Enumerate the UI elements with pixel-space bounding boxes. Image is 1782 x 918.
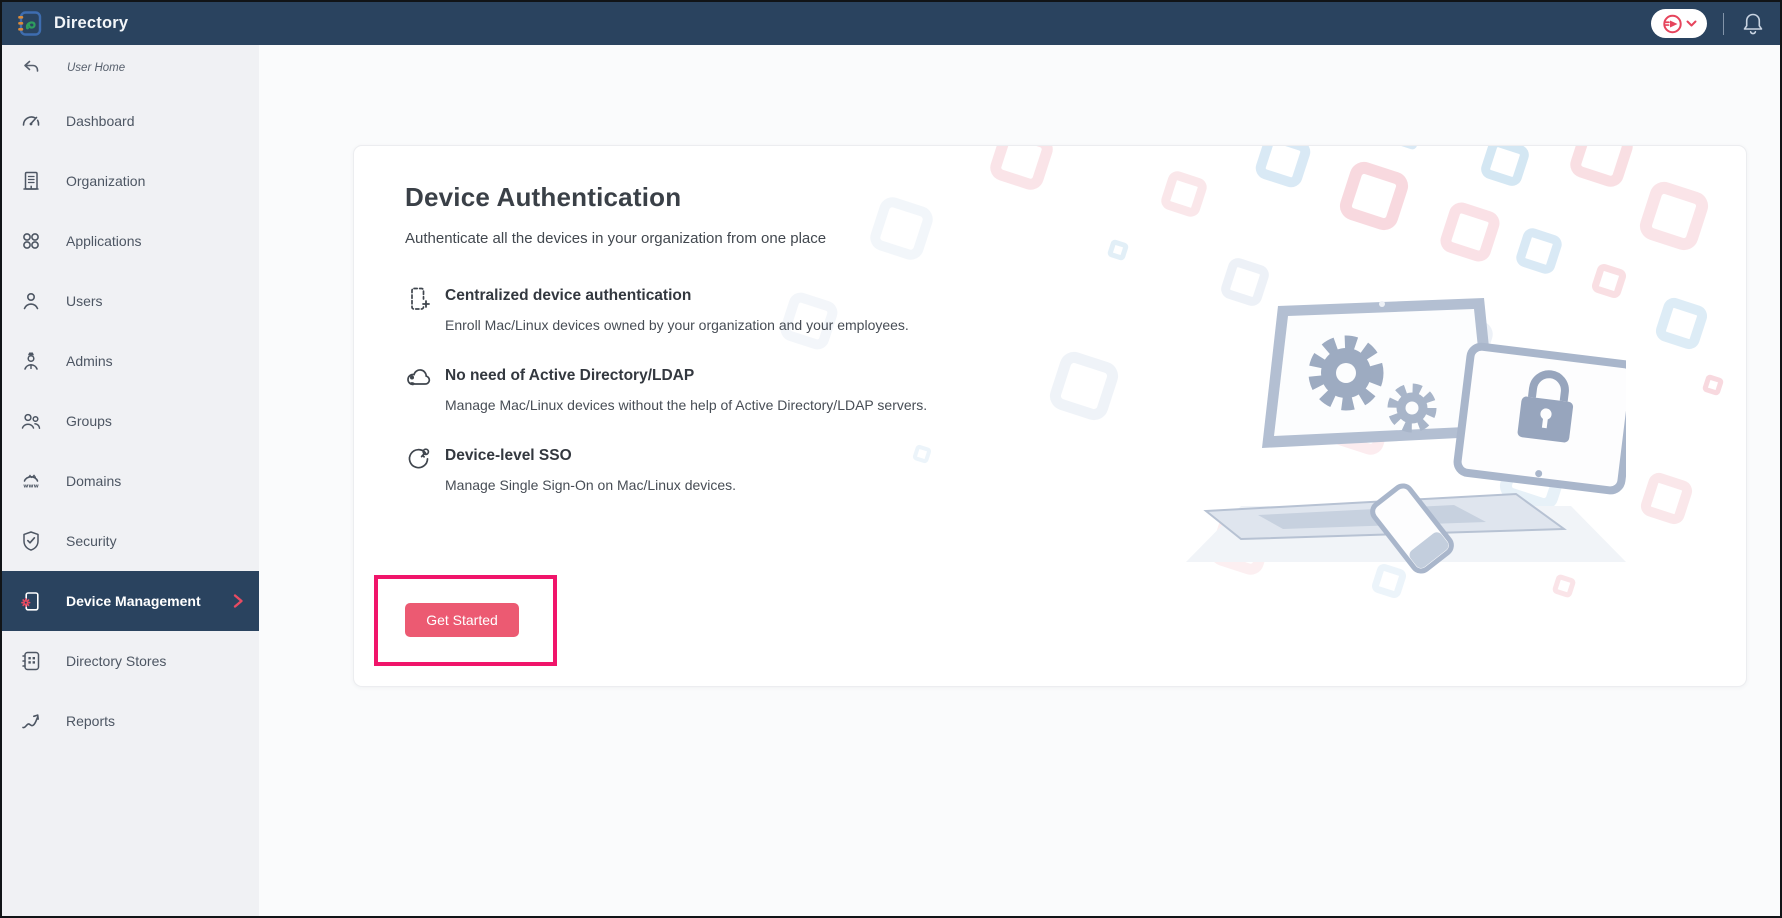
feature-title: Device-level SSO <box>445 447 572 464</box>
sso-key-icon <box>408 448 430 469</box>
app-window: Directory User Home Dashboard Organizati… <box>0 0 1782 918</box>
sidebar-item-directory-stores[interactable]: Directory Stores <box>2 631 259 691</box>
admins-icon <box>24 352 38 370</box>
applications-icon <box>23 233 39 249</box>
directory-logo-icon <box>18 11 42 36</box>
reports-icon <box>22 714 39 729</box>
sidebar-item-label: Directory Stores <box>66 653 167 669</box>
sidebar-item-user-home[interactable]: User Home <box>2 45 259 91</box>
sidebar: User Home Dashboard Organization Applica… <box>2 45 259 916</box>
feature-description: Manage Single Sign-On on Mac/Linux devic… <box>445 477 737 493</box>
back-arrow-icon <box>24 60 39 72</box>
chevron-right-icon <box>233 594 243 608</box>
get-started-button[interactable]: Get Started <box>405 603 519 637</box>
sidebar-item-dashboard[interactable]: Dashboard <box>2 91 259 151</box>
bell-icon <box>1743 13 1763 34</box>
sidebar-item-security[interactable]: Security <box>2 511 259 571</box>
sidebar-item-label: Admins <box>66 353 113 369</box>
feature-text: Centralized device authentication Enroll… <box>445 287 909 333</box>
sidebar-item-label: Groups <box>66 413 112 429</box>
organization-icon <box>23 171 39 190</box>
main-content: Device Authentication Authenticate all t… <box>259 45 1780 916</box>
feature-title: No need of Active Directory/LDAP <box>445 367 695 384</box>
sidebar-item-label: Organization <box>66 173 146 189</box>
sidebar-item-label: Domains <box>66 473 122 489</box>
account-avatar-icon <box>1663 14 1682 33</box>
sidebar-item-groups[interactable]: Groups <box>2 391 259 451</box>
sidebar-item-label: User Home <box>67 62 126 74</box>
account-menu-button[interactable] <box>1651 9 1707 38</box>
device-management-icon <box>21 592 39 611</box>
feature-no-active-directory: No need of Active Directory/LDAP Manage … <box>405 367 1165 413</box>
dashboard-icon <box>22 116 40 126</box>
topbar-divider <box>1723 12 1724 35</box>
sidebar-item-label: Dashboard <box>66 113 135 129</box>
cloud-user-icon <box>407 369 431 386</box>
page-subtitle: Authenticate all the devices in your org… <box>405 230 827 247</box>
chevron-down-icon <box>1686 20 1697 26</box>
feature-text: Device-level SSO Manage Single Sign-On o… <box>445 447 736 493</box>
sidebar-item-admins[interactable]: Admins <box>2 331 259 391</box>
sidebar-item-label: Security <box>66 533 117 549</box>
directory-stores-icon <box>22 651 40 671</box>
topbar-actions <box>1651 9 1766 38</box>
feature-list: Centralized device authentication Enroll… <box>405 287 1746 493</box>
sidebar-item-label: Applications <box>66 233 142 249</box>
groups-icon <box>21 413 41 429</box>
device-authentication-card: Device Authentication Authenticate all t… <box>353 145 1747 687</box>
sidebar-item-label: Users <box>66 293 103 309</box>
brand: Directory <box>16 10 128 37</box>
sidebar-item-label: Device Management <box>66 593 201 609</box>
sidebar-item-domains[interactable]: www Domains <box>2 451 259 511</box>
feature-description: Enroll Mac/Linux devices owned by your o… <box>445 317 909 333</box>
feature-device-level-sso: Device-level SSO Manage Single Sign-On o… <box>405 447 1165 493</box>
app-title: Directory <box>54 14 129 32</box>
feature-centralized-authentication: Centralized device authentication Enroll… <box>405 287 1165 333</box>
domains-icon: www <box>23 474 39 490</box>
page-title: Device Authentication <box>405 182 682 212</box>
users-icon <box>23 293 39 310</box>
topbar: Directory <box>2 2 1780 45</box>
feature-description: Manage Mac/Linux devices without the hel… <box>445 397 928 413</box>
notifications-button[interactable] <box>1740 11 1766 37</box>
security-shield-icon <box>23 531 39 551</box>
sidebar-item-reports[interactable]: Reports <box>2 691 259 751</box>
sidebar-item-organization[interactable]: Organization <box>2 151 259 211</box>
feature-title: Centralized device authentication <box>445 287 692 304</box>
sidebar-item-users[interactable]: Users <box>2 271 259 331</box>
device-add-icon <box>411 287 430 310</box>
feature-text: No need of Active Directory/LDAP Manage … <box>445 367 927 413</box>
svg-text:www: www <box>23 484 39 490</box>
sidebar-item-device-management[interactable]: Device Management <box>2 571 259 631</box>
sidebar-item-label: Reports <box>66 713 116 729</box>
card-inner: Device Authentication Authenticate all t… <box>354 146 1746 686</box>
sidebar-item-applications[interactable]: Applications <box>2 211 259 271</box>
